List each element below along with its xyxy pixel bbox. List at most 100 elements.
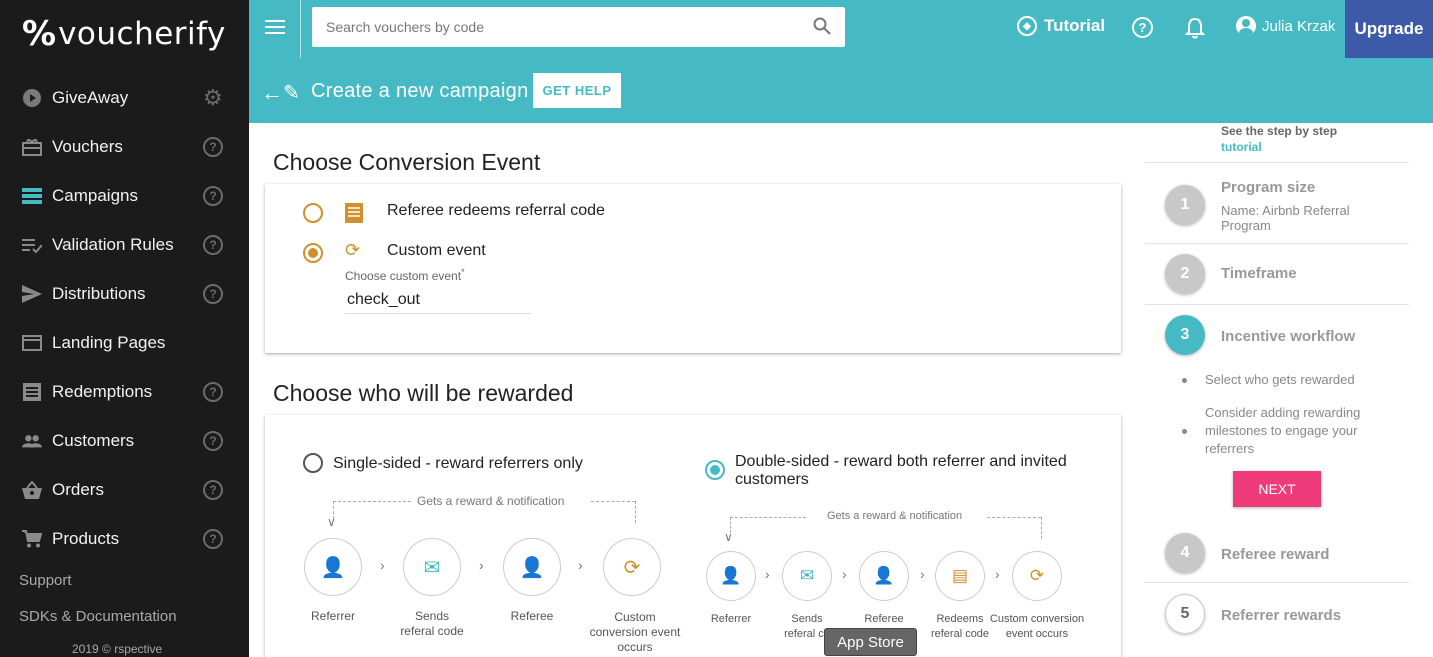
step-divider (1145, 162, 1409, 163)
radio-single-sided[interactable] (303, 453, 323, 473)
double-sided-label-line1: Double-sided - reward both referrer and … (735, 453, 1067, 470)
receipt-icon (345, 203, 363, 223)
step-number-4[interactable]: 4 (1165, 533, 1205, 573)
sidebar-item-vouchers[interactable]: Vouchers ? (0, 122, 249, 171)
steps-panel: See the step by step tutorial 1 Program … (1145, 123, 1409, 657)
help-icon[interactable]: ? (203, 136, 223, 157)
flow-step-label-line: Sends (791, 613, 823, 625)
sidebar-item-validation-rules[interactable]: Validation Rules ? (0, 220, 249, 269)
tutorial-button[interactable]: ◆ Tutorial (1017, 16, 1105, 36)
sidebar-item-giveaway[interactable]: GiveAway ⚙ (0, 73, 249, 122)
sidebar-item-label: Customers (52, 430, 135, 450)
sidebar-item-landing-pages[interactable]: Landing Pages (0, 318, 249, 367)
user-menu[interactable]: Julia Krzak (1236, 16, 1335, 36)
sdks-documentation-link[interactable]: SDKs & Documentation (19, 608, 177, 625)
step-number-3[interactable]: 3 (1165, 315, 1205, 355)
get-help-button[interactable]: GET HELP (533, 73, 621, 108)
search-input[interactable] (326, 19, 845, 35)
flow-step-label-line: Custom conversion (989, 613, 1085, 625)
next-button[interactable]: NEXT (1233, 471, 1321, 507)
radio-double-sided[interactable] (705, 460, 725, 480)
chevron-down-icon: ∨ (327, 515, 336, 529)
flow-step-label: Sends referal code (387, 609, 477, 639)
step-divider (1145, 582, 1409, 583)
sidebar-item-label: Campaigns (52, 185, 138, 205)
flow-dash-line (730, 517, 806, 518)
bullet (1182, 378, 1187, 383)
step-number-1[interactable]: 1 (1165, 185, 1205, 225)
help-icon[interactable]: ? (203, 479, 223, 500)
logo-mark: % (22, 14, 56, 54)
step-number-2[interactable]: 2 (1165, 254, 1205, 294)
help-icon[interactable]: ? (203, 430, 223, 451)
step-number-5[interactable]: 5 (1165, 594, 1205, 634)
sidebar-item-redemptions[interactable]: Redemptions ? (0, 367, 249, 416)
flow-step-label-line: occurs (617, 640, 653, 654)
flow-step-label-line: Custom (614, 610, 656, 624)
cart-icon (22, 529, 42, 549)
help-icon[interactable]: ? (203, 528, 223, 549)
custom-event-input[interactable]: check_out (347, 291, 420, 309)
help-icon[interactable]: ? (203, 283, 223, 304)
chevron-right-icon: › (765, 566, 770, 582)
help-icon[interactable]: ? (203, 185, 223, 206)
receipt-icon (22, 382, 42, 402)
step-intro: See the step by step tutorial (1221, 123, 1337, 155)
bullet (1182, 429, 1187, 434)
support-link[interactable]: Support (19, 572, 72, 589)
chevron-right-icon: › (479, 557, 484, 573)
sidebar-item-customers[interactable]: Customers ? (0, 416, 249, 465)
help-icon[interactable]: ? (203, 234, 223, 255)
sidebar-item-orders[interactable]: Orders ? (0, 465, 249, 514)
sidebar-item-label: Vouchers (52, 136, 123, 156)
gear-icon[interactable]: ⚙ (203, 85, 223, 111)
app-store-tooltip: App Store (824, 628, 917, 656)
radio-referee-redeems[interactable] (303, 203, 323, 223)
hamburger-menu-icon[interactable] (265, 18, 285, 36)
sidebar-item-label: Redemptions (52, 381, 153, 401)
referee-icon: 👤 (859, 551, 909, 601)
sidebar-item-products[interactable]: Products ? (0, 514, 249, 563)
sidebar-item-label: Distributions (52, 283, 146, 303)
step-title-timeframe[interactable]: Timeframe (1221, 265, 1297, 282)
pencil-icon[interactable]: ✎ (283, 80, 300, 105)
help-icon[interactable]: ? (1132, 17, 1153, 38)
copyright-footer: 2019 © rspective (72, 642, 163, 656)
conversion-card: Referee redeems referral code ⟳ Custom e… (265, 184, 1121, 353)
send-icon (22, 284, 42, 304)
tutorial-link[interactable]: tutorial (1221, 140, 1262, 154)
option-custom-event-label: Custom event (387, 242, 486, 259)
sidebar-item-distributions[interactable]: Distributions ? (0, 269, 249, 318)
flow-dash-line (1041, 517, 1042, 539)
step-title-incentive-workflow[interactable]: Incentive workflow (1221, 328, 1355, 345)
step-title-program-size[interactable]: Program size (1221, 179, 1315, 196)
single-sided-label: Single-sided - reward referrers only (333, 455, 583, 472)
flow-dash-line (591, 501, 635, 502)
sidebar-item-label: Validation Rules (52, 234, 174, 254)
people-icon (22, 431, 42, 451)
custom-event-underline (345, 313, 531, 314)
search-icon[interactable] (813, 17, 831, 35)
sidebar-item-label: Products (52, 528, 120, 548)
step-divider (1145, 304, 1409, 305)
help-icon[interactable]: ? (203, 381, 223, 402)
field-label-text: Choose custom event (345, 269, 462, 283)
step-title-referee-reward[interactable]: Referee reward (1221, 546, 1329, 563)
logo-text: voucherify (58, 16, 226, 52)
upgrade-button[interactable]: Upgrade (1345, 0, 1433, 58)
radio-custom-event[interactable] (303, 243, 323, 263)
back-arrow-icon[interactable]: ← (261, 80, 283, 106)
avatar-icon (1236, 16, 1256, 36)
sidebar-item-campaigns[interactable]: Campaigns ? (0, 171, 249, 220)
basket-icon (22, 480, 42, 500)
flow-step-label-line: Redeems (936, 613, 984, 625)
receipt-icon: ▤ (935, 551, 985, 601)
referee-icon: 👤 (503, 538, 561, 596)
step-title-referrer-rewards[interactable]: Referrer rewards (1221, 607, 1341, 624)
flow-step-label-line: Sends (414, 609, 450, 623)
email-icon: ✉ (782, 551, 832, 601)
logo[interactable]: % voucherify (22, 14, 226, 54)
flow-step-label: Custom conversion event occurs (583, 610, 687, 655)
bell-icon[interactable] (1185, 17, 1205, 39)
header-divider (300, 0, 301, 58)
